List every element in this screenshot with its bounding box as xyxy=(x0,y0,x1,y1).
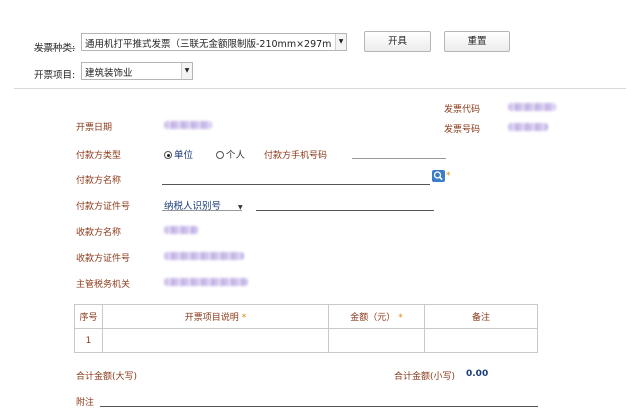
table-header-row: 序号 开票项目说明 * 金额（元） * 备注 xyxy=(74,304,538,329)
payer-type-label: 付款方类型 xyxy=(76,151,122,161)
section-divider xyxy=(14,88,626,89)
payer-id-input[interactable] xyxy=(256,210,434,211)
invoice-code-value xyxy=(508,103,556,111)
col-index: 序号 xyxy=(74,304,103,329)
payee-name-label: 收款方名称 xyxy=(76,228,122,238)
invoice-type-label: 发票种类: xyxy=(34,43,76,54)
row-note-input[interactable] xyxy=(424,328,538,353)
col-amount: 金额（元） * xyxy=(328,304,425,329)
row-amount-input[interactable] xyxy=(328,328,425,353)
payer-type-person-radio[interactable]: 个人 xyxy=(216,147,245,161)
payee-name-value xyxy=(164,226,198,234)
invoice-item-value: 建筑装饰业 xyxy=(85,68,133,79)
payer-type-unit-label: 单位 xyxy=(174,150,194,161)
row-description-input[interactable] xyxy=(102,328,329,353)
payee-id-value xyxy=(164,252,244,260)
total-upper-label: 合计金额(大写) xyxy=(76,372,138,382)
chevron-down-icon: ▼ xyxy=(181,63,192,79)
required-mark: * xyxy=(446,171,451,181)
payer-phone-label: 付款方手机号码 xyxy=(264,151,328,161)
payer-type-person-label: 个人 xyxy=(226,150,246,161)
payer-phone-input[interactable] xyxy=(352,158,446,159)
invoice-type-select[interactable]: 通用机打平推式发票（三联无金额限制版-210mm×297m ▼ xyxy=(81,33,347,51)
invoice-number-label: 发票号码 xyxy=(444,125,481,135)
payer-id-type-underline xyxy=(162,210,242,211)
invoice-item-label: 开票项目: xyxy=(34,70,76,81)
payer-id-label: 付款方证件号 xyxy=(76,202,131,212)
issue-date-value xyxy=(164,121,212,129)
row-index: 1 xyxy=(74,328,103,353)
table-row: 1 xyxy=(74,328,538,353)
invoice-number-value xyxy=(508,123,548,131)
remark-input[interactable] xyxy=(100,406,538,407)
invoice-items-table: 序号 开票项目说明 * 金额（元） * 备注 1 xyxy=(74,304,538,353)
search-icon[interactable] xyxy=(432,170,445,182)
reset-button[interactable]: 重置 xyxy=(444,31,510,52)
payee-id-label: 收款方证件号 xyxy=(76,254,131,264)
payer-type-unit-radio[interactable]: 单位 xyxy=(164,147,193,161)
col-description: 开票项目说明 * xyxy=(102,304,329,329)
total-lower-value: 0.00 xyxy=(466,369,489,379)
invoice-item-select[interactable]: 建筑装饰业 ▼ xyxy=(81,62,193,80)
invoice-code-label: 发票代码 xyxy=(444,105,481,115)
issue-button[interactable]: 开具 xyxy=(364,31,431,52)
total-lower-label: 合计金额(小写) xyxy=(394,372,456,382)
tax-authority-label: 主管税务机关 xyxy=(76,280,131,290)
radio-checked-icon xyxy=(164,151,172,159)
issue-date-label: 开票日期 xyxy=(76,123,113,133)
tax-authority-value xyxy=(164,278,248,286)
col-note: 备注 xyxy=(424,304,538,329)
chevron-down-icon: ▼ xyxy=(335,34,346,50)
invoice-type-value: 通用机打平推式发票（三联无金额限制版-210mm×297m xyxy=(85,39,332,50)
remark-label: 附注 xyxy=(76,398,95,408)
radio-unchecked-icon xyxy=(216,151,224,159)
payer-name-label: 付款方名称 xyxy=(76,176,122,186)
payer-name-input[interactable] xyxy=(162,184,430,185)
